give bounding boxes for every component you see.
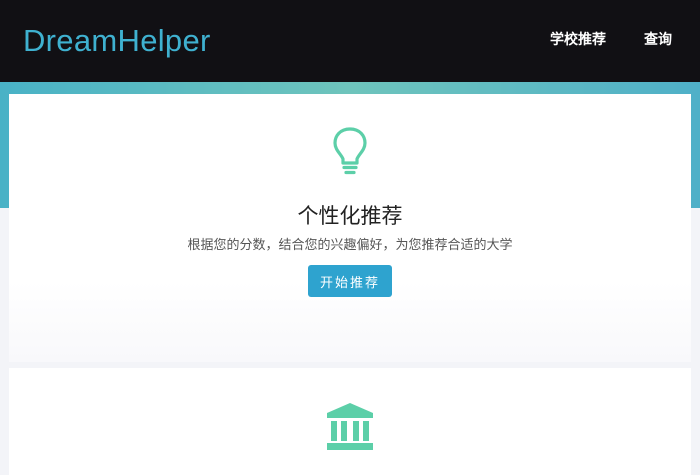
start-recommend-button[interactable]: 开始推荐 [308,265,392,297]
nav-link-school-recommend[interactable]: 学校推荐 [550,31,606,49]
university-building-icon [327,403,373,450]
feature-title: 个性化推荐 [297,204,403,228]
feature-description: 根据您的分数，结合您的兴趣偏好，为您推荐合适的大学 [187,238,513,253]
navbar: DreamHelper 学校推荐 查询 [0,0,700,82]
brand-logo[interactable]: DreamHelper [23,22,211,60]
lightbulb-icon [333,127,367,175]
nav-link-query[interactable]: 查询 [644,31,672,49]
